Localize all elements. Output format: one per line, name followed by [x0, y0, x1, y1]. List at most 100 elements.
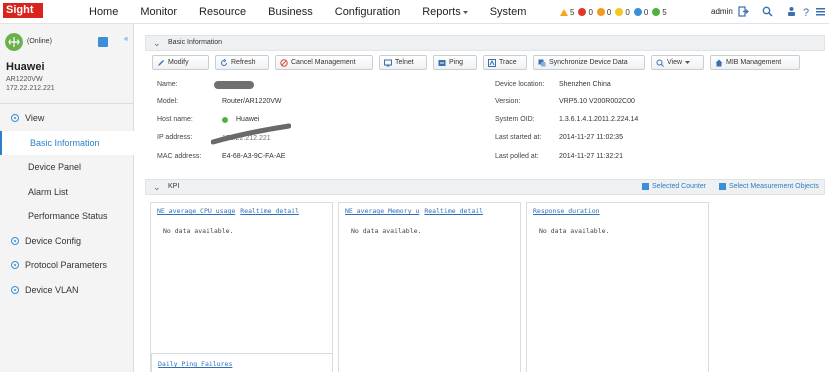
nav-configuration[interactable]: Configuration	[324, 0, 411, 24]
sidebar-item-label: View	[25, 113, 45, 123]
redaction-mark	[214, 81, 254, 89]
alarm-major[interactable]: 0	[596, 8, 611, 17]
chevron-down-icon: ⌄	[153, 38, 161, 48]
select-measurement-objects-link[interactable]: Select Measurement Objects	[719, 183, 819, 190]
sidebar-menu: View Basic Information Device Panel Alar…	[0, 106, 134, 302]
modify-button[interactable]: Modify	[152, 55, 209, 70]
realtime-detail-link[interactable]: Realtime detail	[240, 207, 299, 215]
app-logo: Sight	[3, 3, 43, 18]
alarm-minor[interactable]: 0	[615, 8, 630, 17]
ip-address-label: IP address:	[157, 134, 193, 141]
panel-title: NE average Memory u Realtime detail	[345, 207, 483, 215]
redaction-scribble	[211, 123, 291, 145]
last-started-value: 2014-11-27 11:02:35	[559, 134, 623, 141]
help-icon[interactable]: ?	[801, 6, 812, 17]
empty-state: No data available.	[163, 227, 234, 235]
kpi-panel-memory: NE average Memory u Realtime detail No da…	[338, 202, 521, 372]
refresh-button[interactable]: Refresh	[215, 55, 269, 70]
device-status: (Online)	[27, 38, 52, 45]
svg-text:?: ?	[803, 7, 809, 17]
button-label: Modify	[168, 59, 189, 66]
panel-title: NE average CPU usage Realtime detail	[157, 207, 299, 215]
view-dropdown-button[interactable]: View	[651, 55, 704, 70]
nav-monitor[interactable]: Monitor	[129, 0, 188, 24]
ping-button[interactable]: Ping	[433, 55, 477, 70]
link-label: Selected Counter	[652, 183, 707, 190]
kpi-panel-cpu: NE average CPU usage Realtime detail No d…	[150, 202, 333, 372]
cleared-dot-icon	[652, 8, 661, 16]
section-title: KPI	[168, 183, 180, 190]
sidebar-item-protocol-parameters[interactable]: Protocol Parameters	[0, 253, 134, 278]
button-label: View	[667, 59, 683, 66]
pencil-icon	[158, 59, 164, 66]
alarm-count: 0	[588, 7, 593, 17]
sidebar-item-label: Basic Information	[30, 137, 100, 148]
main-nav: Home Monitor Resource Business Configura…	[78, 0, 537, 24]
current-user[interactable]: admin	[711, 0, 733, 24]
basic-info-header[interactable]: ⌄ Basic Information	[145, 35, 825, 51]
ping-failures-link[interactable]: Daily Ping Failures	[158, 360, 232, 368]
sidebar-item-device-config[interactable]: Device Config	[0, 229, 134, 254]
empty-state: No data available.	[539, 227, 610, 235]
alarm-critical[interactable]: 0	[578, 7, 593, 17]
alarm-count: 5	[570, 7, 575, 17]
sidebar-item-alarm-list[interactable]: Alarm List	[0, 180, 134, 205]
button-label: Trace	[499, 59, 517, 66]
user-group-icon[interactable]	[786, 6, 797, 17]
alarm-summary: 5 0 0 0 0 5	[560, 0, 667, 24]
nav-business[interactable]: Business	[257, 0, 324, 24]
alarm-info[interactable]: 0	[633, 7, 649, 17]
sidebar-item-basic-information[interactable]: Basic Information	[0, 130, 134, 155]
telnet-button[interactable]: Telnet	[379, 55, 427, 70]
realtime-detail-link[interactable]: Realtime detail	[424, 207, 483, 215]
nav-system[interactable]: System	[479, 0, 538, 24]
memory-usage-link[interactable]: NE average Memory u	[345, 207, 419, 215]
selected-counter-link[interactable]: Selected Counter	[642, 183, 706, 190]
main-content: ⌄ Basic Information Modify Refresh Cance…	[135, 24, 829, 372]
ping-icon	[438, 59, 446, 66]
system-oid-value: 1.3.6.1.4.1.2011.2.224.14	[559, 116, 639, 123]
nav-home[interactable]: Home	[78, 0, 129, 24]
sidebar-item-performance-status[interactable]: Performance Status	[0, 204, 134, 229]
button-label: Synchronize Device Data	[549, 59, 628, 66]
mib-management-button[interactable]: MIB Management	[710, 55, 800, 70]
response-duration-link[interactable]: Response duration	[533, 207, 600, 215]
device-summary: (Online) « Huawei AR1220VW 172.22.212.22…	[0, 24, 133, 104]
expand-circle-icon	[11, 236, 19, 245]
settings-icon[interactable]	[815, 6, 826, 17]
sidebar-item-label: Device VLAN	[25, 284, 79, 295]
sidebar-item-view[interactable]: View	[0, 106, 134, 131]
device-name: Huawei	[6, 61, 45, 73]
nav-resource[interactable]: Resource	[188, 0, 257, 24]
device-detail-icon[interactable]	[98, 37, 108, 47]
alarm-count: 0	[643, 7, 649, 17]
version-value: VRP5.10 V200R002C00	[559, 98, 635, 105]
device-ip: 172.22.212.221	[6, 85, 55, 92]
info-dot-icon	[633, 8, 642, 16]
model-label: Model:	[157, 98, 179, 105]
name-label: Name:	[157, 81, 178, 88]
nav-reports[interactable]: Reports	[411, 0, 479, 24]
trace-button[interactable]: Trace	[483, 55, 527, 70]
button-label: Ping	[449, 59, 464, 66]
sidebar-item-label: Performance Status	[28, 211, 108, 221]
sidebar-item-device-vlan[interactable]: Device VLAN	[0, 278, 134, 303]
critical-dot-icon	[578, 8, 587, 16]
host-name-value: Huawei	[236, 116, 260, 123]
collapse-icon[interactable]: «	[124, 34, 128, 43]
synchronize-device-data-button[interactable]: Synchronize Device Data	[533, 55, 645, 70]
sidebar-item-label: Protocol Parameters	[25, 260, 108, 270]
sidebar-item-device-panel[interactable]: Device Panel	[0, 155, 134, 180]
refresh-icon	[221, 58, 227, 66]
alarm-cleared[interactable]: 5	[652, 8, 667, 17]
search-icon[interactable]	[762, 6, 773, 17]
kpi-panel-response: Response duration No data available.	[526, 202, 709, 372]
device-location-value: Shenzhen China	[559, 81, 611, 88]
last-started-label: Last started at:	[495, 134, 542, 141]
button-label: Refresh	[231, 59, 256, 66]
alarm-warning[interactable]: 5	[560, 8, 574, 17]
section-title: Basic Information	[168, 39, 223, 46]
cpu-usage-link[interactable]: NE average CPU usage	[157, 207, 235, 215]
cancel-management-button[interactable]: Cancel Management	[275, 55, 373, 70]
logout-icon[interactable]	[738, 6, 749, 17]
